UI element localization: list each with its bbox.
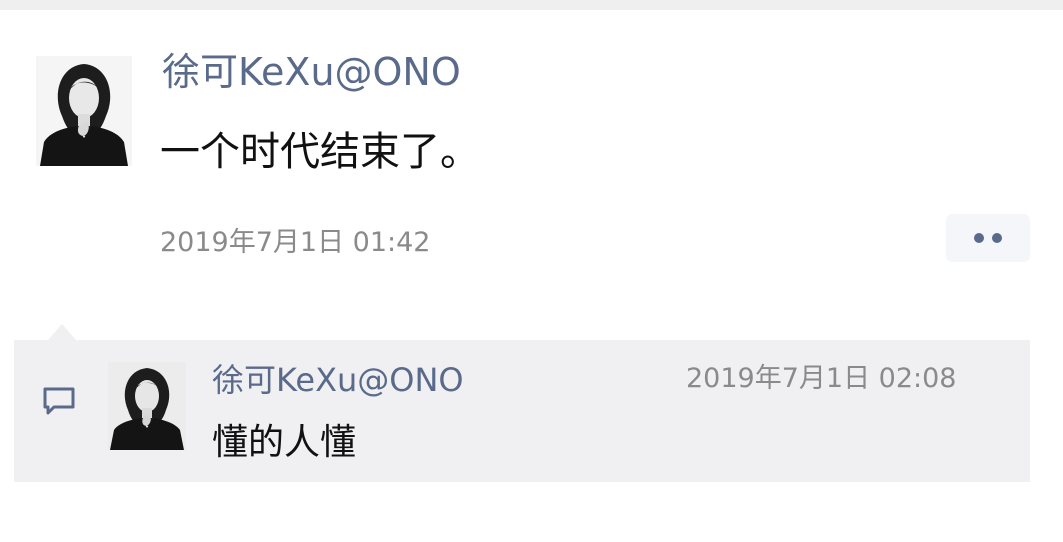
more-dots-icon-second	[992, 233, 1002, 243]
avatar-photo-icon	[108, 362, 186, 450]
top-divider-strip	[0, 0, 1063, 10]
more-dots-icon	[974, 233, 984, 243]
comment-author-name[interactable]: 徐可KeXu@ONO	[212, 358, 464, 402]
post-text: 一个时代结束了。	[160, 129, 480, 175]
avatar-photo-icon	[36, 56, 132, 166]
comment-timestamp: 2019年7月1日 02:08	[686, 363, 957, 394]
post-author-name[interactable]: 徐可KeXu@ONO	[162, 46, 461, 98]
comment-text: 懂的人懂	[212, 422, 357, 463]
more-options-button[interactable]	[946, 214, 1030, 262]
comment-panel-caret	[48, 324, 76, 340]
post-timestamp: 2019年7月1日 01:42	[160, 227, 431, 258]
comment-icon	[42, 386, 76, 416]
post-author-avatar[interactable]	[36, 56, 132, 166]
comment-author-avatar[interactable]	[108, 362, 186, 450]
